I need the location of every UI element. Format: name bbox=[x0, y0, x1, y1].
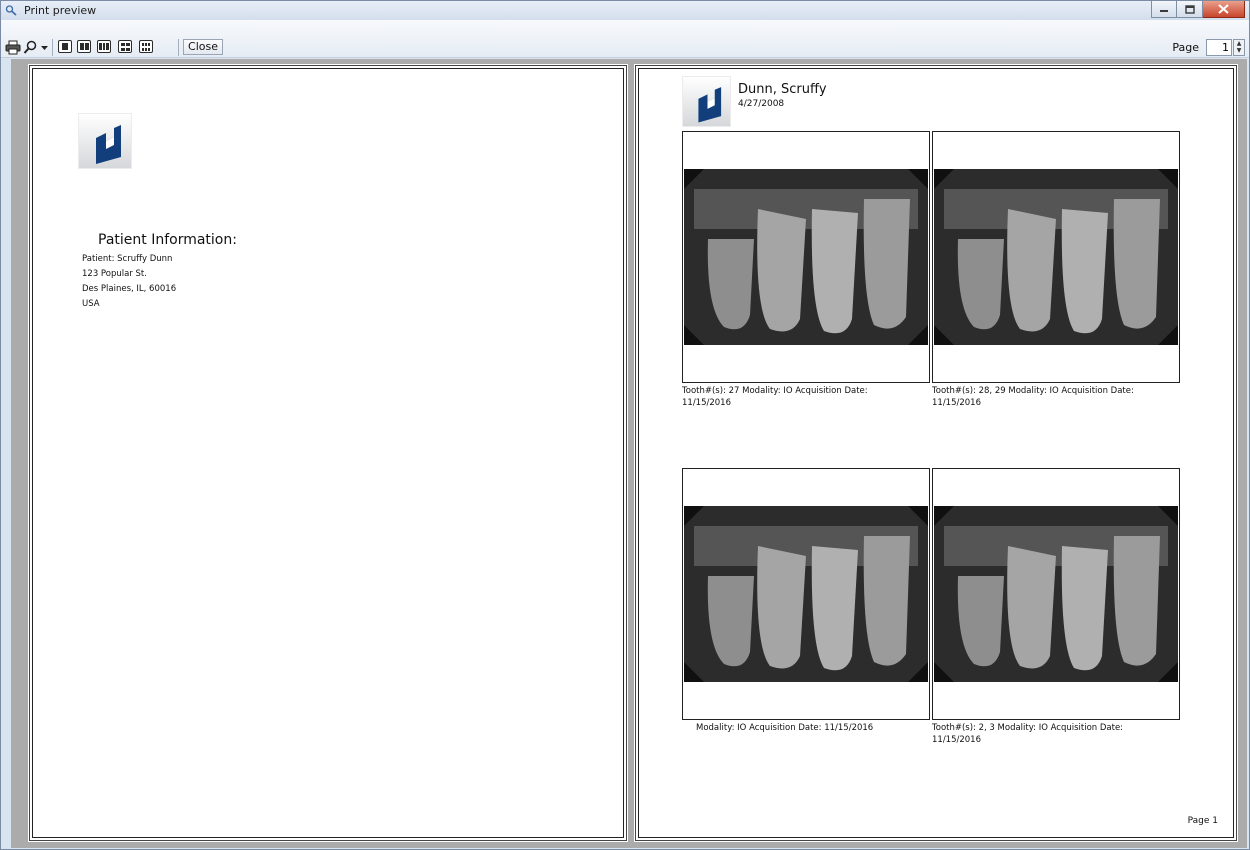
six-pages-icon[interactable] bbox=[139, 40, 153, 53]
patient-city-line: Des Plaines, IL, 60016 bbox=[82, 284, 177, 294]
print-icon[interactable] bbox=[5, 40, 21, 55]
caption-line: Modality: IO Acquisition Date: 11/15/201… bbox=[696, 723, 874, 733]
xray-frame-4[interactable] bbox=[932, 468, 1180, 720]
xray-caption-1: Tooth#(s): 27 Modality: IO Acquisition D… bbox=[682, 385, 928, 409]
close-icon bbox=[1218, 4, 1229, 14]
dental-xray-image bbox=[684, 169, 928, 345]
preview-page-right: Dunn, Scruffy 4/27/2008 Tooth#(s): 27 Mo… bbox=[634, 64, 1238, 842]
xray-frame-1[interactable] bbox=[682, 131, 930, 383]
close-button[interactable]: Close bbox=[183, 39, 223, 55]
logo-icon bbox=[96, 125, 121, 164]
caption-line: Tooth#(s): 27 Modality: IO Acquisition D… bbox=[682, 386, 868, 396]
two-pages-icon[interactable] bbox=[77, 40, 91, 53]
caption-line: 11/15/2016 bbox=[932, 735, 981, 745]
preview-page-left: Patient Information: Patient: Scruffy Du… bbox=[28, 64, 628, 842]
preview-area[interactable]: Patient Information: Patient: Scruffy Du… bbox=[11, 59, 1247, 848]
page-label: Page bbox=[1172, 41, 1199, 54]
page-border bbox=[32, 68, 624, 838]
patient-name: Dunn, Scruffy bbox=[738, 82, 827, 97]
toolbar-separator bbox=[178, 39, 179, 56]
print-preview-icon bbox=[5, 5, 17, 16]
close-window-button[interactable] bbox=[1203, 1, 1245, 18]
xray-caption-2: Tooth#(s): 28, 29 Modality: IO Acquisiti… bbox=[932, 385, 1178, 409]
minimize-button[interactable] bbox=[1151, 1, 1177, 18]
caption-line: 11/15/2016 bbox=[932, 398, 981, 408]
logo-icon bbox=[698, 87, 722, 123]
patient-country-line: USA bbox=[82, 299, 100, 309]
xray-caption-4: Tooth#(s): 2, 3 Modality: IO Acquisition… bbox=[932, 722, 1178, 746]
patient-name-line: Patient: Scruffy Dunn bbox=[82, 254, 173, 264]
practice-logo bbox=[78, 113, 132, 169]
dental-xray-image bbox=[934, 169, 1178, 345]
dental-xray-image bbox=[684, 506, 928, 682]
window-controls bbox=[1151, 1, 1245, 18]
patient-date: 4/27/2008 bbox=[738, 99, 785, 109]
one-page-icon[interactable] bbox=[58, 40, 72, 53]
caption-line: Tooth#(s): 2, 3 Modality: IO Acquisition… bbox=[932, 723, 1124, 733]
xray-frame-2[interactable] bbox=[932, 131, 1180, 383]
restore-button[interactable] bbox=[1177, 1, 1203, 18]
caption-line: Tooth#(s): 28, 29 Modality: IO Acquisiti… bbox=[932, 386, 1134, 396]
spin-down-icon[interactable]: ▼ bbox=[1234, 47, 1244, 54]
window-title: Print preview bbox=[24, 4, 97, 17]
page-footer: Page 1 bbox=[1187, 816, 1218, 826]
page-number-input[interactable] bbox=[1206, 39, 1232, 56]
practice-logo bbox=[682, 76, 731, 127]
caption-line: 11/15/2016 bbox=[682, 398, 731, 408]
title-bar: Print preview bbox=[1, 1, 1249, 20]
restore-icon bbox=[1184, 4, 1195, 14]
patient-info-heading: Patient Information: bbox=[98, 232, 237, 248]
three-pages-icon[interactable] bbox=[97, 40, 111, 53]
chevron-down-icon[interactable] bbox=[40, 40, 49, 55]
page-spinner[interactable]: ▲ ▼ bbox=[1233, 39, 1245, 56]
xray-caption-3: Modality: IO Acquisition Date: 11/15/201… bbox=[696, 722, 942, 734]
spin-up-icon[interactable]: ▲ bbox=[1234, 40, 1244, 47]
minimize-icon bbox=[1160, 10, 1168, 12]
four-pages-icon[interactable] bbox=[118, 40, 132, 53]
print-preview-window: Print preview Close Page 1 ▲ ▼ Patient I… bbox=[0, 0, 1250, 850]
toolbar-separator bbox=[52, 39, 53, 56]
magnifier-icon[interactable] bbox=[23, 40, 38, 55]
toolbar: Close Page ▲ ▼ bbox=[1, 20, 1249, 58]
dental-xray-image bbox=[934, 506, 1178, 682]
xray-frame-3[interactable] bbox=[682, 468, 930, 720]
patient-street-line: 123 Popular St. bbox=[82, 269, 147, 279]
